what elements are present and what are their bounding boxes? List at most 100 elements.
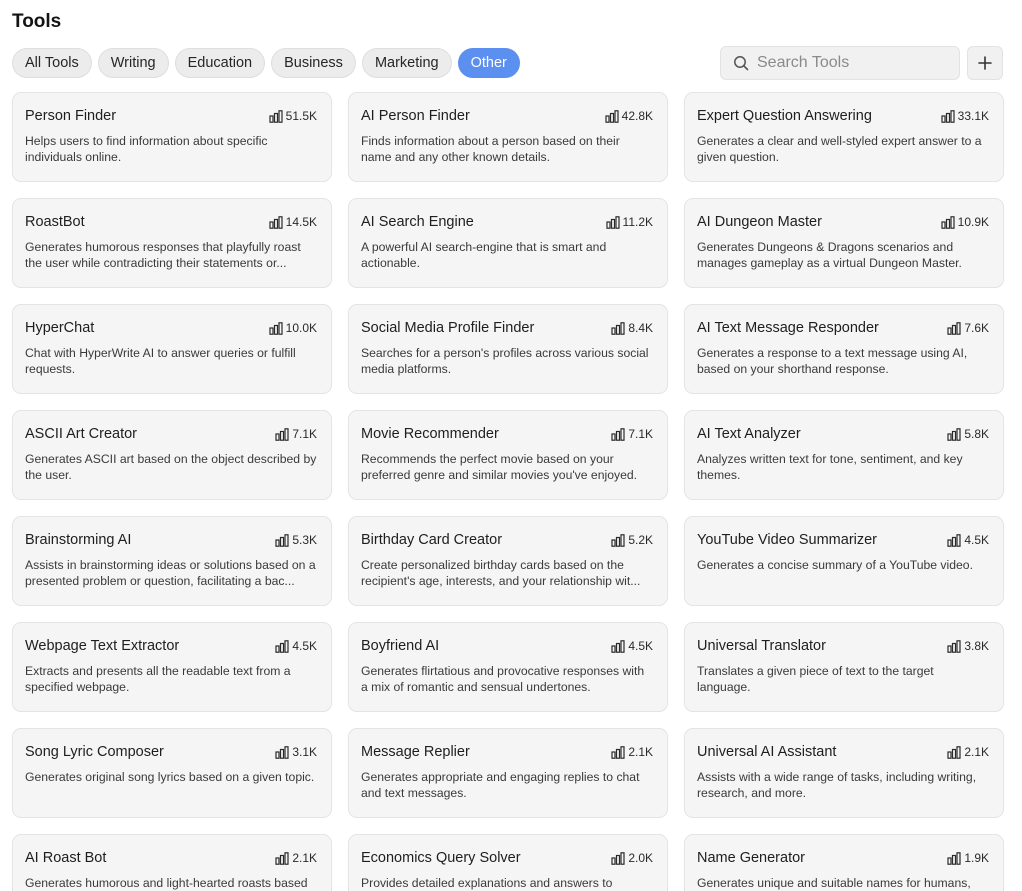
- usage-count: 8.4K: [611, 321, 653, 335]
- tool-card[interactable]: Brainstorming AI 5.3K Assists in brainst…: [12, 516, 332, 606]
- tool-card-header: YouTube Video Summarizer 4.5K: [697, 530, 989, 550]
- tool-card[interactable]: Movie Recommender 7.1K Recommends the pe…: [348, 410, 668, 500]
- tool-card[interactable]: Person Finder 51.5K Helps users to find …: [12, 92, 332, 182]
- tool-description: Generates a concise summary of a YouTube…: [697, 558, 973, 572]
- tool-title: ASCII Art Creator: [25, 426, 138, 442]
- filter-chip-education[interactable]: Education: [174, 48, 266, 78]
- usage-count-value: 4.5K: [292, 639, 317, 653]
- tool-card[interactable]: Birthday Card Creator 5.2K Create person…: [348, 516, 668, 606]
- tool-title: AI Dungeon Master: [697, 214, 822, 230]
- tool-title: Universal AI Assistant: [697, 744, 837, 760]
- tool-title: Message Replier: [361, 744, 470, 760]
- tool-card[interactable]: Boyfriend AI 4.5K Generates flirtatious …: [348, 622, 668, 712]
- tool-description: Provides detailed explanations and answe…: [361, 876, 613, 890]
- tool-card-header: HyperChat 10.0K: [25, 318, 317, 338]
- bar-chart-icon: [275, 851, 289, 865]
- tool-card[interactable]: Universal Translator 3.8K Translates a g…: [684, 622, 1004, 712]
- tool-title: Brainstorming AI: [25, 532, 132, 548]
- bar-chart-icon: [947, 533, 961, 547]
- tool-description: Generates original song lyrics based on …: [25, 770, 315, 784]
- usage-count: 10.9K: [941, 215, 989, 229]
- usage-count-value: 2.1K: [292, 851, 317, 865]
- tool-card[interactable]: Economics Query Solver 2.0K Provides det…: [348, 834, 668, 891]
- bar-chart-icon: [269, 109, 283, 123]
- tool-card-header: Message Replier 2.1K: [361, 742, 653, 762]
- tool-description: Generates a clear and well-styled expert…: [697, 134, 982, 164]
- filter-chip-business[interactable]: Business: [271, 48, 356, 78]
- usage-count: 11.2K: [605, 215, 653, 229]
- add-tool-button[interactable]: [967, 46, 1003, 80]
- bar-chart-icon: [605, 109, 619, 123]
- tool-card[interactable]: RoastBot 14.5K Generates humorous respon…: [12, 198, 332, 288]
- usage-count: 2.1K: [611, 745, 653, 759]
- tool-title: Universal Translator: [697, 638, 826, 654]
- tools-grid: Person Finder 51.5K Helps users to find …: [12, 92, 1004, 891]
- filter-chip-all-tools[interactable]: All Tools: [12, 48, 92, 78]
- tool-title: Social Media Profile Finder: [361, 320, 535, 336]
- usage-count-value: 2.1K: [628, 745, 653, 759]
- tool-card[interactable]: Webpage Text Extractor 4.5K Extracts and…: [12, 622, 332, 712]
- usage-count: 1.9K: [947, 851, 989, 865]
- usage-count-value: 7.6K: [964, 321, 989, 335]
- tool-card-header: Webpage Text Extractor 4.5K: [25, 636, 317, 656]
- category-filters: All Tools Writing Education Business Marketi…: [12, 48, 520, 78]
- tool-card[interactable]: AI Roast Bot 2.1K Generates humorous and…: [12, 834, 332, 891]
- tool-card[interactable]: Song Lyric Composer 3.1K Generates origi…: [12, 728, 332, 818]
- tool-card-header: Birthday Card Creator 5.2K: [361, 530, 653, 550]
- usage-count-value: 5.2K: [628, 533, 653, 547]
- tool-card-header: AI Text Message Responder 7.6K: [697, 318, 989, 338]
- usage-count: 4.5K: [947, 533, 989, 547]
- filter-chip-other[interactable]: Other: [457, 48, 520, 78]
- tool-card[interactable]: HyperChat 10.0K Chat with HyperWrite AI …: [12, 304, 332, 394]
- tool-card-header: AI Roast Bot 2.1K: [25, 848, 317, 868]
- plus-icon: [978, 56, 992, 70]
- usage-count: 3.8K: [947, 639, 989, 653]
- tool-card-header: Universal AI Assistant 2.1K: [697, 742, 989, 762]
- usage-count-value: 51.5K: [285, 109, 317, 123]
- tool-description: Create personalized birthday cards based…: [361, 558, 641, 588]
- tool-description: A powerful AI search-engine that is smar…: [361, 240, 607, 270]
- tool-card[interactable]: AI Text Analyzer 5.8K Analyzes written t…: [684, 410, 1004, 500]
- tool-card-header: Expert Question Answering 33.1K: [697, 106, 989, 126]
- tool-card[interactable]: AI Text Message Responder 7.6K Generates…: [684, 304, 1004, 394]
- bar-chart-icon: [611, 321, 625, 335]
- search-input[interactable]: [757, 54, 937, 72]
- page-title: Tools: [12, 11, 62, 32]
- usage-count: 3.1K: [275, 745, 317, 759]
- bar-chart-icon: [611, 851, 625, 865]
- tool-card[interactable]: Universal AI Assistant 2.1K Assists with…: [684, 728, 1004, 818]
- tool-card[interactable]: Message Replier 2.1K Generates appropria…: [348, 728, 668, 818]
- tools-page: Tools All Tools Writing Education Business M…: [0, 0, 1022, 891]
- filter-chip-marketing[interactable]: Marketing: [361, 48, 452, 78]
- tool-card[interactable]: AI Person Finder 42.8K Finds information…: [348, 92, 668, 182]
- tool-title: HyperChat: [25, 320, 95, 336]
- tool-description: Generates unique and suitable names for …: [697, 876, 971, 890]
- filter-chip-writing[interactable]: Writing: [97, 48, 169, 78]
- usage-count: 7.6K: [947, 321, 989, 335]
- tool-title: AI Person Finder: [361, 108, 470, 124]
- tool-description: Analyzes written text for tone, sentimen…: [697, 452, 963, 482]
- bar-chart-icon: [947, 851, 961, 865]
- tool-title: Person Finder: [25, 108, 117, 124]
- usage-count-value: 7.1K: [292, 427, 317, 441]
- tool-card[interactable]: YouTube Video Summarizer 4.5K Generates …: [684, 516, 1004, 606]
- tool-card[interactable]: AI Search Engine 11.2K A powerful AI sea…: [348, 198, 668, 288]
- tool-title: AI Text Message Responder: [697, 320, 879, 336]
- tool-card[interactable]: Expert Question Answering 33.1K Generate…: [684, 92, 1004, 182]
- tool-card[interactable]: AI Dungeon Master 10.9K Generates Dungeo…: [684, 198, 1004, 288]
- usage-count: 5.8K: [947, 427, 989, 441]
- tool-description: Assists with a wide range of tasks, incl…: [697, 770, 977, 800]
- usage-count-value: 5.8K: [964, 427, 989, 441]
- tool-card[interactable]: ASCII Art Creator 7.1K Generates ASCII a…: [12, 410, 332, 500]
- tool-title: Birthday Card Creator: [361, 532, 503, 548]
- search-box[interactable]: [720, 46, 960, 80]
- bar-chart-icon: [611, 639, 625, 653]
- usage-count-value: 2.1K: [964, 745, 989, 759]
- tool-card[interactable]: Name Generator 1.9K Generates unique and…: [684, 834, 1004, 891]
- usage-count: 7.1K: [275, 427, 317, 441]
- tool-title: AI Roast Bot: [25, 850, 107, 866]
- tool-card[interactable]: Social Media Profile Finder 8.4K Searche…: [348, 304, 668, 394]
- tool-card-header: AI Dungeon Master 10.9K: [697, 212, 989, 232]
- tool-description: Generates ASCII art based on the object …: [25, 452, 317, 482]
- bar-chart-icon: [947, 745, 961, 759]
